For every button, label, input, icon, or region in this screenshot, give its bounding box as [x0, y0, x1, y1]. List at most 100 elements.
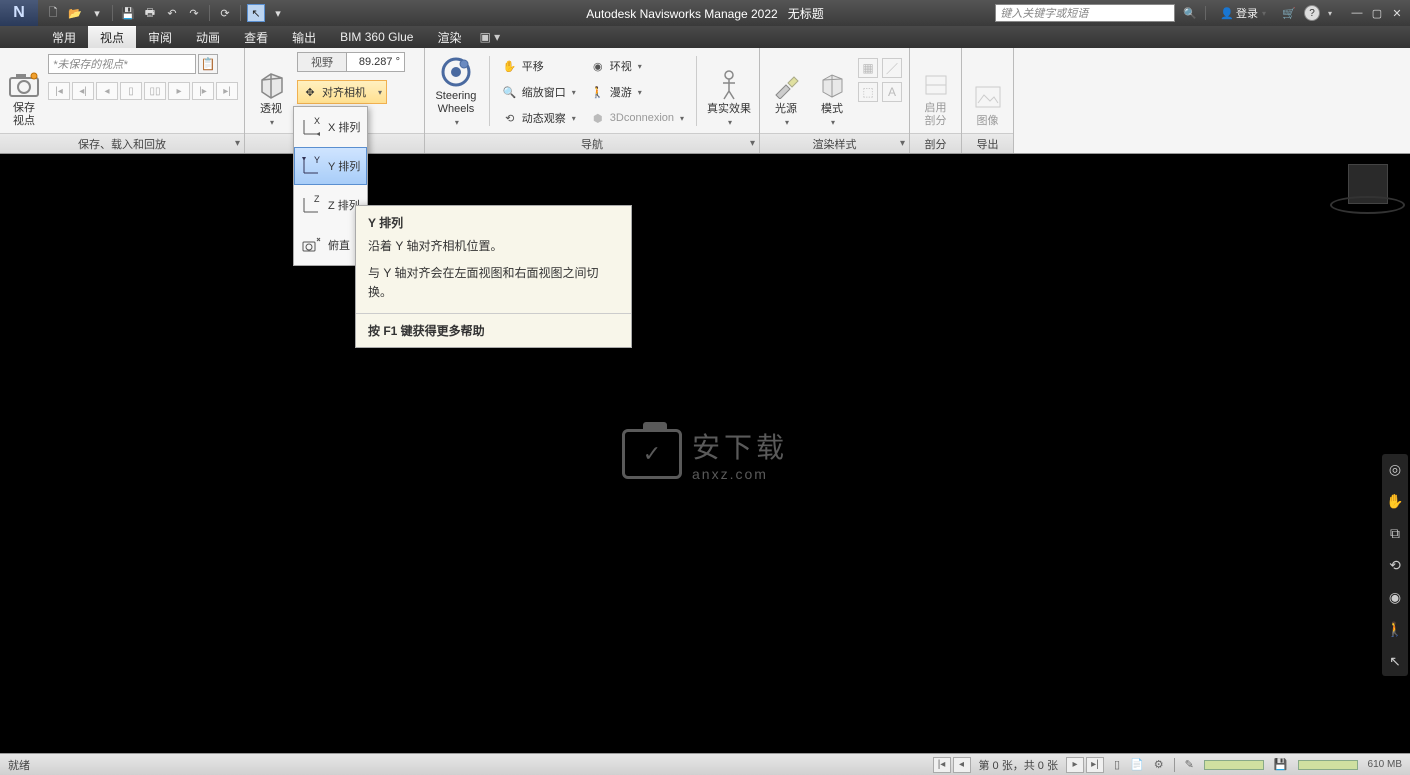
- axis-z-icon: Z: [300, 194, 322, 216]
- search-input[interactable]: 键入关键字或短语: [995, 4, 1175, 22]
- zoom-window-button[interactable]: 🔍缩放窗口▾: [498, 80, 580, 104]
- app-logo[interactable]: N: [0, 0, 38, 26]
- tab-render[interactable]: 渲染: [425, 26, 473, 48]
- perspective-button[interactable]: 透视 ▾: [251, 52, 291, 130]
- tab-viewpoint[interactable]: 视点: [88, 26, 136, 48]
- tooltip: Y 排列 沿着 Y 轴对齐相机位置。 与 Y 轴对齐会在左面视图和右面视图之间切…: [355, 205, 632, 348]
- tooltip-footer: 按 F1 键获得更多帮助: [356, 314, 631, 347]
- tab-view[interactable]: 查看: [232, 26, 280, 48]
- stop-icon[interactable]: ▯: [120, 82, 142, 100]
- open-icon[interactable]: 📂: [66, 4, 84, 22]
- style-opt1-icon[interactable]: ▦: [858, 58, 878, 78]
- memory-text: 610 MB: [1368, 759, 1402, 770]
- login-button[interactable]: 👤 登录 ▾: [1220, 5, 1266, 21]
- view-cube[interactable]: [1330, 164, 1390, 224]
- navbar-wheel-icon[interactable]: ◎: [1386, 460, 1404, 478]
- align-x-item[interactable]: X X 排列: [294, 107, 367, 147]
- help-icon[interactable]: ?: [1304, 5, 1320, 21]
- undo-icon[interactable]: ↶: [163, 4, 181, 22]
- navbar-walk-icon[interactable]: 🚶: [1386, 620, 1404, 638]
- last-icon[interactable]: ▸|: [216, 82, 238, 100]
- camera-icon: [8, 68, 40, 100]
- status-ready: 就绪: [8, 757, 30, 773]
- navbar-select-icon[interactable]: ↖: [1386, 652, 1404, 670]
- maximize-icon[interactable]: ▢: [1368, 4, 1386, 22]
- sheet-next-icon[interactable]: ▸: [1066, 757, 1084, 773]
- export-image-button[interactable]: 图像: [968, 52, 1007, 130]
- tab-animation[interactable]: 动画: [184, 26, 232, 48]
- status-icon1[interactable]: ▯: [1114, 758, 1120, 771]
- steering-wheels-button[interactable]: Steering Wheels ▾: [431, 52, 481, 130]
- svg-text:Z: Z: [314, 194, 320, 204]
- navbar-zoom-icon[interactable]: ⧉: [1386, 524, 1404, 542]
- fov-value-input[interactable]: 89.287 °: [347, 52, 405, 72]
- print-icon[interactable]: 🖶: [141, 4, 159, 22]
- select-icon[interactable]: ↖: [247, 4, 265, 22]
- navbar-look-icon[interactable]: ◉: [1386, 588, 1404, 606]
- style-opt3-icon[interactable]: ⬚: [858, 82, 878, 102]
- first-icon[interactable]: |◂: [48, 82, 70, 100]
- pencil-icon[interactable]: ✎: [1185, 758, 1194, 771]
- prev-icon[interactable]: ◂|: [72, 82, 94, 100]
- style-opt4-icon[interactable]: A: [882, 82, 902, 102]
- tab-bim360[interactable]: BIM 360 Glue: [328, 26, 425, 48]
- person-front-icon: [713, 69, 745, 101]
- mode-button[interactable]: 模式▾: [812, 52, 852, 130]
- sheet-last-icon[interactable]: ▸|: [1086, 757, 1104, 773]
- pause-icon[interactable]: ▯▯: [144, 82, 166, 100]
- panel-navigate: 导航▾: [425, 133, 759, 153]
- minimize-icon[interactable]: —: [1348, 4, 1366, 22]
- status-icon2[interactable]: 📄: [1130, 758, 1144, 771]
- refresh-icon[interactable]: ⟳: [216, 4, 234, 22]
- orbit-button[interactable]: ⟲动态观察▾: [498, 106, 580, 130]
- light-button[interactable]: 光源▾: [766, 52, 806, 130]
- disk-icon: 💾: [1274, 758, 1288, 771]
- pan-button[interactable]: ✋平移: [498, 54, 580, 78]
- tab-home[interactable]: 常用: [40, 26, 88, 48]
- axis-y-icon: Y: [300, 155, 322, 177]
- navbar-pan-icon[interactable]: ✋: [1386, 492, 1404, 510]
- tabs-overflow-icon[interactable]: ▣ ▾: [473, 26, 506, 48]
- navbar-orbit-icon[interactable]: ⟲: [1386, 556, 1404, 574]
- playback-controls: |◂ ◂| ◂ ▯ ▯▯ ▸ |▸ ▸|: [48, 82, 238, 100]
- align-camera-button[interactable]: ✥ 对齐相机 ▾: [297, 80, 387, 104]
- sheet-prev-icon[interactable]: ◂: [953, 757, 971, 773]
- new-icon[interactable]: 🗋: [44, 4, 62, 22]
- memory-bar: [1204, 760, 1264, 770]
- 3dconnexion-button: ⬢3Dconnexion▾: [586, 106, 688, 130]
- enable-section-button[interactable]: 启用 剖分: [916, 52, 955, 130]
- exchange-icon[interactable]: 🛒: [1280, 4, 1298, 22]
- svg-text:X: X: [314, 116, 320, 126]
- close-icon[interactable]: ✕: [1388, 4, 1406, 22]
- save-viewpoint-button[interactable]: 保存 视点: [6, 52, 42, 130]
- align-y-item[interactable]: Y Y 排列: [294, 147, 367, 185]
- rew-icon[interactable]: ◂: [96, 82, 118, 100]
- viewpoint-dropdown-icon[interactable]: 📋: [198, 54, 218, 74]
- walk-button[interactable]: 🚶漫游▾: [586, 80, 688, 104]
- play-icon[interactable]: ▸: [168, 82, 190, 100]
- render-bar: [1298, 760, 1358, 770]
- qat-dropdown-icon[interactable]: ▾: [269, 4, 287, 22]
- save-icon[interactable]: 💾: [119, 4, 137, 22]
- panel-save-load: 保存、载入和回放▾: [0, 133, 244, 153]
- walk-icon: 🚶: [590, 84, 606, 100]
- image-icon: [972, 81, 1004, 113]
- next-icon[interactable]: |▸: [192, 82, 214, 100]
- status-icon3[interactable]: ⚙: [1154, 758, 1164, 771]
- tab-review[interactable]: 审阅: [136, 26, 184, 48]
- align-icon: ✥: [302, 84, 318, 100]
- reality-button[interactable]: 真实效果▾: [705, 52, 753, 130]
- tab-output[interactable]: 输出: [280, 26, 328, 48]
- fov-label: 视野: [297, 52, 347, 72]
- zoom-icon: 🔍: [502, 84, 518, 100]
- open-dropdown-icon[interactable]: ▾: [88, 4, 106, 22]
- viewport-3d[interactable]: ✓ 安下载anxz.com ◎ ✋ ⧉ ⟲ ◉ 🚶 ↖: [0, 154, 1410, 753]
- look-icon: ◉: [590, 58, 606, 74]
- viewpoint-name-input[interactable]: *未保存的视点*: [48, 54, 196, 74]
- style-opt2-icon[interactable]: ／: [882, 58, 902, 78]
- binoculars-icon[interactable]: 🔍: [1181, 4, 1199, 22]
- redo-icon[interactable]: ↷: [185, 4, 203, 22]
- panel-export: 导出: [962, 133, 1013, 153]
- sheet-first-icon[interactable]: |◂: [933, 757, 951, 773]
- look-button[interactable]: ◉环视▾: [586, 54, 688, 78]
